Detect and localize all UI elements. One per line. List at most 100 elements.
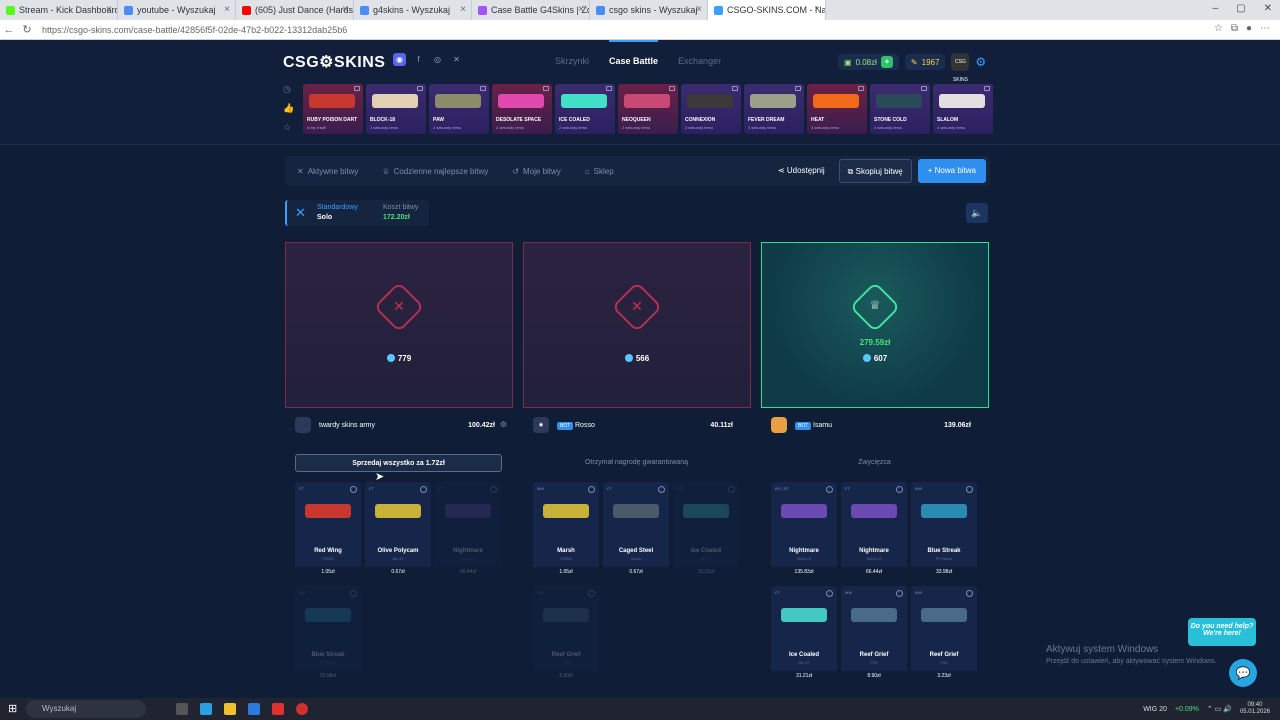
live-drop-item[interactable]: HEAT 3 sekundy temu [807,84,867,134]
tab-my-battles[interactable]: ↺ Moje bitwy [500,167,561,176]
live-drop-item[interactable]: ICE COALED 2 sekundy temu [555,84,615,134]
won-item[interactable]: MW Marsh P2000 1.05zł [533,482,599,578]
site-logo[interactable]: CSG⚙SKINS [283,52,385,72]
store-icon[interactable] [248,703,260,715]
live-drop-item[interactable]: RUBY POISON DART w tej chwili [303,84,363,134]
facebook-icon[interactable]: f [412,53,425,66]
tab-daily-best[interactable]: ♕ Codzienne najlepsze bitwy [370,167,488,176]
avatar[interactable] [771,417,787,433]
settings-icon[interactable]: ⚙ [500,420,507,429]
won-item[interactable]: FT Ice Coaled AK-47 31.21zł [673,482,739,578]
won-item[interactable]: MW Reef Grief P90 3.23zł [911,586,977,682]
close-icon[interactable]: × [814,4,820,15]
live-drop-item[interactable]: CONNEXION 3 sekundy temu [681,84,741,134]
reload-icon[interactable]: ↻ [18,23,36,36]
info-icon[interactable] [588,486,595,493]
browser-tab[interactable]: csgo skins - Wyszukaj × [590,0,708,20]
star-icon[interactable]: ☆ [1214,23,1223,34]
info-icon[interactable] [966,590,973,597]
explorer-icon[interactable] [224,703,236,715]
browser-tab[interactable]: Stream - Kick Dashboard × [0,0,118,20]
points-pill[interactable]: ✎ 1967 [904,54,946,70]
info-icon[interactable] [350,486,357,493]
obs-icon[interactable] [296,703,308,715]
network-icon[interactable]: ⌃ ▭ 🔊 [1207,705,1232,713]
avatar[interactable]: CSG SKINS [951,53,970,83]
nav-exchanger[interactable]: Exchanger [678,56,721,66]
live-drop-item[interactable]: STONE COLD 4 sekundy temu [870,84,930,134]
info-icon[interactable] [966,486,973,493]
discord-icon[interactable]: ◉ [393,53,406,66]
won-item[interactable]: FT Nightmare M4A1-S 66.44zł [435,482,501,578]
close-icon[interactable]: × [578,4,584,15]
nav-skrzynki[interactable]: Skrzynki [555,56,589,66]
thumb-icon[interactable]: 👍 [283,103,297,114]
chat-icon[interactable]: 💬 [1229,659,1257,687]
browser-tab[interactable]: youtube - Wyszukaj × [118,0,236,20]
avatar[interactable]: ◉ [533,417,549,433]
close-icon[interactable]: × [460,4,466,15]
new-battle-button[interactable]: + Nowa bitwa [917,159,986,183]
star-icon[interactable]: ☆ [283,122,297,133]
live-drop-item[interactable]: SLALOM 4 sekundy temu [933,84,993,134]
info-icon[interactable] [420,486,427,493]
balance-pill[interactable]: ▣ 0.08zł + [838,54,899,70]
info-icon[interactable] [896,486,903,493]
deposit-icon[interactable]: + [880,56,893,68]
clock[interactable]: 09:40 05.01.2026 [1240,702,1270,716]
info-icon[interactable] [350,590,357,597]
share-button[interactable]: ⋖ Udostępnij [770,159,833,183]
info-icon[interactable] [490,486,497,493]
sound-toggle-icon[interactable]: 🔈 [966,203,988,223]
won-item[interactable]: FT Red Wing P2000 1.05zł [295,482,361,578]
copy-battle-button[interactable]: ⧉ Skopiuj bitwę [838,159,912,183]
help-bubble[interactable]: Do you need help? We're here! [1188,618,1256,646]
stock-index[interactable]: WIG 20 [1143,706,1167,713]
instagram-icon[interactable]: ◎ [431,53,444,66]
task-view-icon[interactable] [176,703,188,715]
browser-tab[interactable]: Case Battle G4Skins | Zdobywaj sk× [472,0,590,20]
maximize-icon[interactable]: ▢ [1236,3,1245,14]
info-icon[interactable] [896,590,903,597]
gear-icon[interactable]: ⚙ [975,55,986,69]
nav-case-battle[interactable]: Case Battle [609,40,659,66]
info-icon[interactable] [658,486,665,493]
menu-icon[interactable]: ⋯ [1260,23,1270,34]
url-field[interactable]: https://csgo-skins.com/case-battle/42856… [42,25,347,35]
tab-shop[interactable]: ⌂ Sklep [573,167,614,176]
close-icon[interactable]: × [224,4,230,15]
won-item[interactable]: FT Nightmare M4A1-S 66.44zł [841,482,907,578]
won-item[interactable]: FT Caged Steel Nova 0.67zł [603,482,669,578]
close-icon[interactable]: ✕ [1264,3,1272,14]
live-drop-item[interactable]: BLOCK-18 1 sekundy temu [366,84,426,134]
won-item[interactable]: FT Ice Coaled AK-47 31.21zł [771,586,837,682]
back-icon[interactable]: ← [0,24,18,36]
won-item[interactable]: FT Olive Polycam AK-47 0.67zł [365,482,431,578]
browser-tab[interactable]: (605) Just Dance (Hardstyle)× [236,0,354,20]
info-icon[interactable] [728,486,735,493]
avatar[interactable] [295,417,311,433]
close-icon[interactable]: × [342,4,348,15]
close-icon[interactable]: × [696,4,702,15]
live-drop-item[interactable]: NEOQUEEN 2 sekundy temu [618,84,678,134]
live-drop-item[interactable]: PAW 2 sekundy temu [429,84,489,134]
sell-all-button[interactable]: Sprzedaj wszystko za 1.72zł [295,454,502,472]
live-drop-item[interactable]: FEVER DREAM 3 sekundy temu [744,84,804,134]
extensions-icon[interactable]: ⧉ [1231,23,1238,34]
info-icon[interactable] [826,590,833,597]
close-icon[interactable]: × [106,4,112,15]
edge-icon[interactable] [200,703,212,715]
won-item[interactable]: MW Blue Streak PP-Bizon 33.98zł [295,586,361,682]
taskbar-search[interactable]: Wyszukaj [26,700,146,718]
opera-icon[interactable] [272,703,284,715]
won-item[interactable]: BS | ST Nightmare M4A1-S 135.83zł [771,482,837,578]
info-icon[interactable] [826,486,833,493]
won-item[interactable]: MW Reef Grief P90 8.90zł [533,586,599,682]
clock-icon[interactable]: ◷ [283,84,297,95]
minimize-icon[interactable]: – [1213,3,1219,14]
won-item[interactable]: MW Reef Grief P90 8.90zł [841,586,907,682]
profile-icon[interactable]: ● [1246,23,1252,34]
x-icon[interactable]: ✕ [450,53,463,66]
tab-active-battles[interactable]: ✕ Aktywne bitwy [285,167,358,176]
won-item[interactable]: MW Blue Streak PP-Bizon 33.98zł [911,482,977,578]
